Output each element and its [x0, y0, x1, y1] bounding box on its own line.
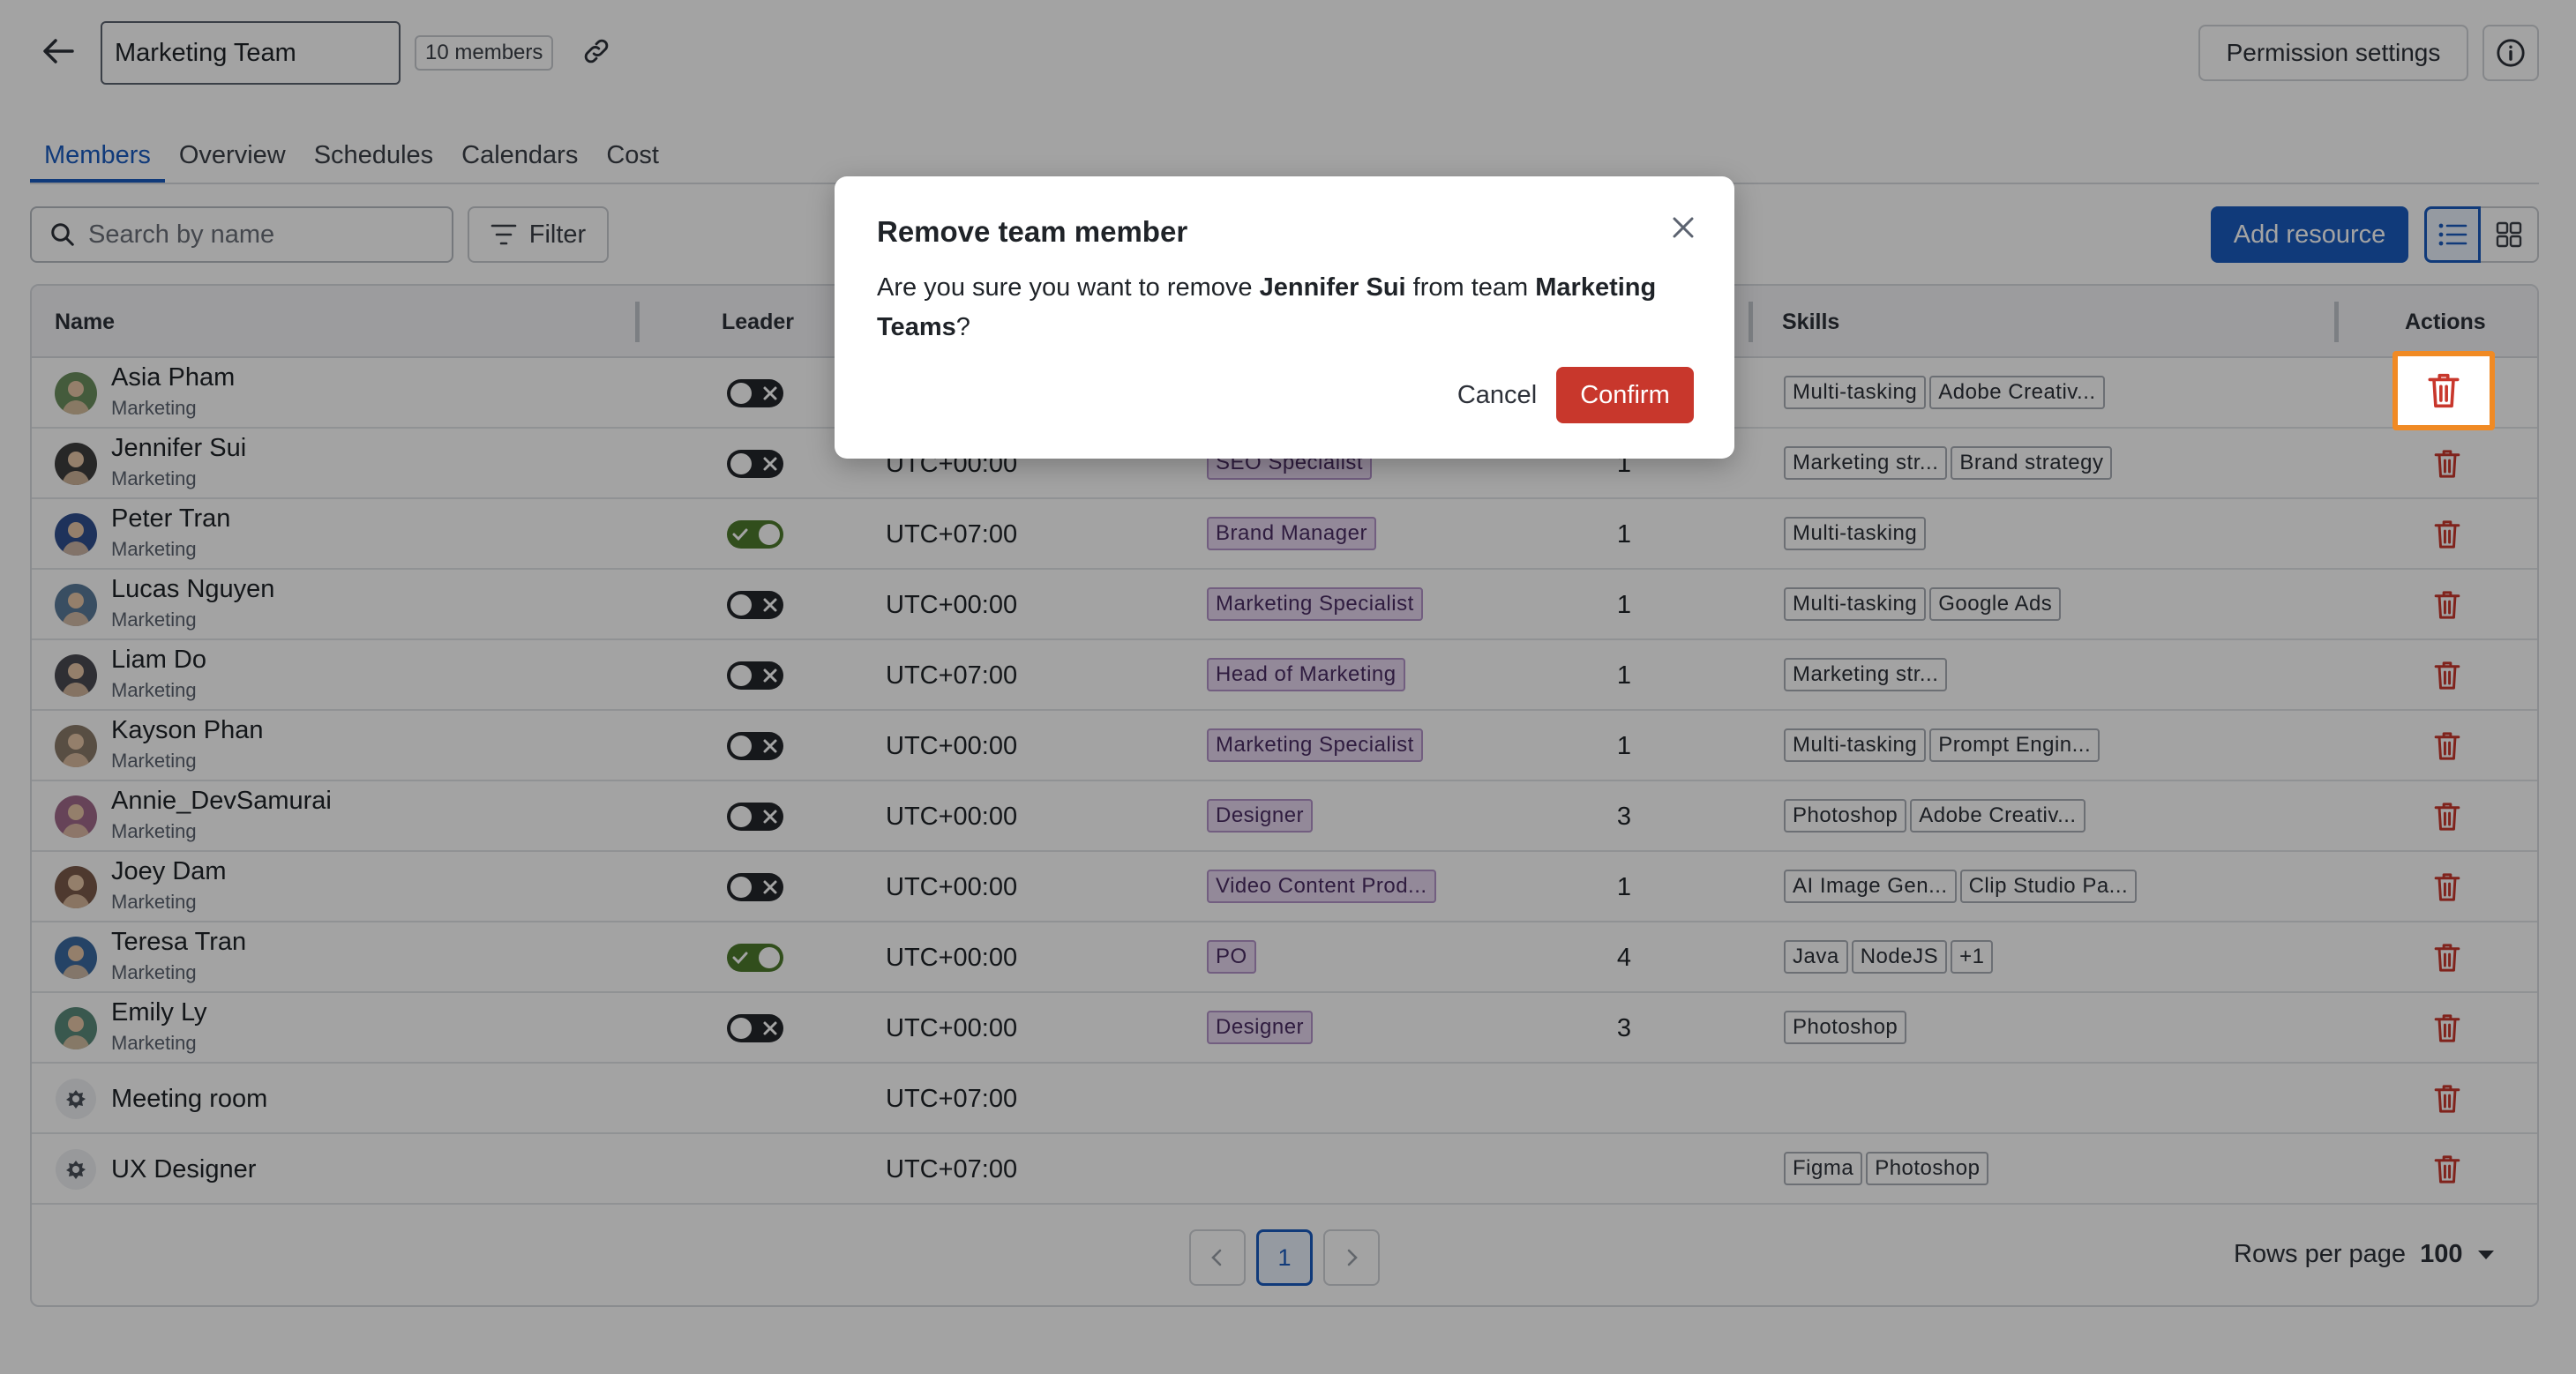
trash-icon [2428, 373, 2460, 408]
dialog-message: Are you sure you want to remove Jennifer… [877, 268, 1697, 347]
cancel-button[interactable]: Cancel [1431, 367, 1563, 423]
highlighted-delete-button[interactable] [2393, 351, 2495, 430]
dialog-text-prefix: Are you sure you want to remove [877, 273, 1260, 302]
remove-member-dialog: Remove team member Are you sure you want… [835, 176, 1734, 459]
dialog-text-suffix: ? [955, 313, 970, 341]
dialog-member-name: Jennifer Sui [1259, 273, 1406, 302]
confirm-button[interactable]: Confirm [1556, 367, 1694, 423]
close-icon[interactable] [1664, 208, 1703, 247]
dialog-title: Remove team member [877, 215, 1188, 248]
dialog-text-middle: from team [1405, 273, 1536, 302]
